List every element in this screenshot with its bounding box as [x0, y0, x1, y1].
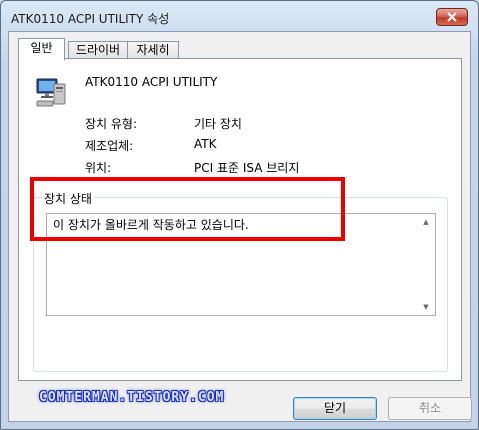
location-label: 위치: — [85, 161, 112, 175]
device-name: ATK0110 ACPI UTILITY — [85, 75, 218, 89]
manufacturer-value: ATK — [194, 137, 217, 151]
dialog-client-area: 일반 드라이버 자세히 ATK0110 ACPI UTILITY 장치 유형: … — [8, 31, 472, 422]
close-icon — [447, 12, 457, 22]
tab-general[interactable]: 일반 — [18, 38, 65, 60]
scroll-down-arrow-icon[interactable]: ▼ — [419, 300, 433, 314]
device-type-label: 장치 유형: — [85, 117, 138, 131]
window-close-button[interactable] — [436, 8, 468, 26]
manufacturer-label: 제조업체: — [85, 139, 134, 153]
tab-driver[interactable]: 드라이버 — [68, 41, 128, 59]
title-bar[interactable]: ATK0110 ACPI UTILITY 속성 — [1, 1, 478, 31]
device-type-value: 기타 장치 — [194, 117, 242, 131]
watermark-text: COMTERMAN.TISTORY.COM — [39, 390, 225, 405]
location-value: PCI 표준 ISA 브리지 — [194, 161, 300, 175]
red-highlight-box — [30, 177, 345, 241]
tab-details[interactable]: 자세히 — [127, 41, 179, 59]
window-title: ATK0110 ACPI UTILITY 속성 — [11, 12, 170, 26]
close-button[interactable]: 닫기 — [293, 397, 377, 420]
properties-window: ATK0110 ACPI UTILITY 속성 일반 드라이버 자세히 ATK0… — [0, 0, 479, 430]
cancel-button[interactable]: 취소 — [388, 397, 472, 420]
scroll-up-arrow-icon[interactable]: ▲ — [419, 215, 433, 229]
monitor-computer-icon — [36, 78, 66, 107]
